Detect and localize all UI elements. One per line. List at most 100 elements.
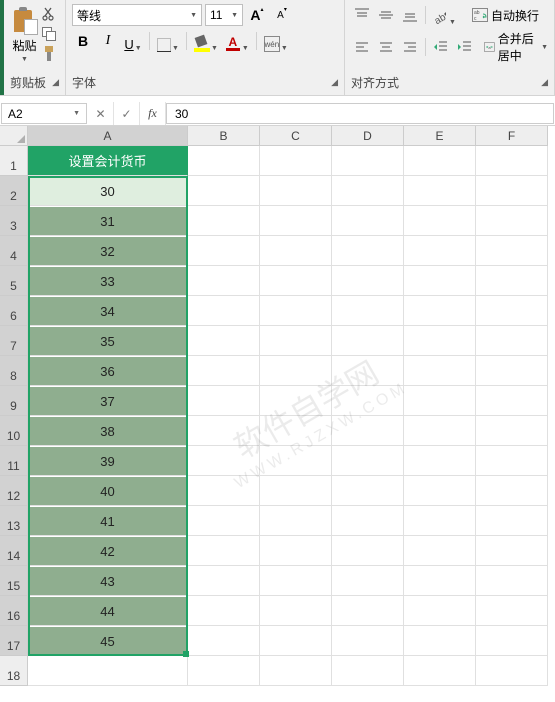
cell[interactable] xyxy=(260,236,332,266)
column-header-B[interactable]: B xyxy=(188,126,260,146)
cell[interactable] xyxy=(188,476,260,506)
cell[interactable] xyxy=(188,446,260,476)
cell[interactable]: 44 xyxy=(28,596,188,626)
column-header-D[interactable]: D xyxy=(332,126,404,146)
cell[interactable] xyxy=(332,176,404,206)
alignment-dialog-launcher[interactable]: ◢ xyxy=(541,77,548,88)
row-header[interactable]: 12 xyxy=(0,476,28,506)
cell[interactable] xyxy=(188,326,260,356)
formula-confirm-button[interactable]: ✓ xyxy=(114,102,140,125)
cell[interactable] xyxy=(476,386,548,416)
cell[interactable] xyxy=(188,536,260,566)
cell[interactable] xyxy=(476,266,548,296)
cell[interactable]: 33 xyxy=(28,266,188,296)
cell[interactable] xyxy=(404,236,476,266)
cell[interactable] xyxy=(260,146,332,176)
align-center-button[interactable] xyxy=(375,36,397,58)
cell[interactable]: 34 xyxy=(28,296,188,326)
cell[interactable] xyxy=(188,176,260,206)
cell[interactable] xyxy=(260,296,332,326)
align-top-button[interactable] xyxy=(351,4,373,26)
cell[interactable] xyxy=(188,656,260,686)
cell[interactable] xyxy=(476,446,548,476)
cell[interactable] xyxy=(404,266,476,296)
row-header[interactable]: 2 xyxy=(0,176,28,206)
column-header-F[interactable]: F xyxy=(476,126,548,146)
increase-font-button[interactable]: A▴ xyxy=(246,4,268,26)
orientation-button[interactable]: ab▼ xyxy=(430,4,458,26)
cell[interactable] xyxy=(404,386,476,416)
align-left-button[interactable] xyxy=(351,36,373,58)
clipboard-dialog-launcher[interactable]: ◢ xyxy=(52,77,59,88)
font-name-combo[interactable]: 等线 ▼ xyxy=(72,4,202,26)
row-header[interactable]: 10 xyxy=(0,416,28,446)
cell[interactable] xyxy=(404,356,476,386)
cell[interactable] xyxy=(188,626,260,656)
cell[interactable] xyxy=(404,146,476,176)
row-header[interactable]: 13 xyxy=(0,506,28,536)
row-header[interactable]: 1 xyxy=(0,146,28,176)
cell[interactable] xyxy=(188,206,260,236)
cell[interactable]: 42 xyxy=(28,536,188,566)
cell[interactable]: 35 xyxy=(28,326,188,356)
cell[interactable] xyxy=(188,146,260,176)
cell[interactable] xyxy=(188,506,260,536)
cell[interactable] xyxy=(404,446,476,476)
cell[interactable] xyxy=(476,656,548,686)
cell[interactable]: 40 xyxy=(28,476,188,506)
cell[interactable] xyxy=(476,356,548,386)
cell[interactable] xyxy=(332,506,404,536)
cell[interactable] xyxy=(260,356,332,386)
cut-button[interactable] xyxy=(41,6,57,22)
cell[interactable] xyxy=(260,266,332,296)
cell[interactable]: 32 xyxy=(28,236,188,266)
row-header[interactable]: 3 xyxy=(0,206,28,236)
cell[interactable] xyxy=(476,206,548,236)
row-header[interactable]: 16 xyxy=(0,596,28,626)
cell[interactable] xyxy=(332,386,404,416)
cell[interactable] xyxy=(188,596,260,626)
cell[interactable] xyxy=(404,596,476,626)
increase-indent-button[interactable] xyxy=(454,36,476,58)
row-header[interactable]: 18 xyxy=(0,656,28,686)
italic-button[interactable]: I xyxy=(97,30,119,52)
cell[interactable] xyxy=(260,326,332,356)
cell[interactable] xyxy=(332,326,404,356)
cell[interactable] xyxy=(332,356,404,386)
bold-button[interactable]: B xyxy=(72,30,94,52)
cell[interactable] xyxy=(332,446,404,476)
cell[interactable] xyxy=(476,566,548,596)
merge-center-button[interactable]: a 合并后居中 ▼ xyxy=(484,30,548,64)
cell[interactable] xyxy=(28,656,188,686)
cell[interactable] xyxy=(188,266,260,296)
cell[interactable] xyxy=(332,476,404,506)
cell[interactable] xyxy=(188,296,260,326)
underline-button[interactable]: U▼ xyxy=(122,30,144,52)
cell[interactable] xyxy=(260,206,332,236)
font-dialog-launcher[interactable]: ◢ xyxy=(331,77,338,88)
cell[interactable] xyxy=(260,476,332,506)
decrease-font-button[interactable]: A▾ xyxy=(271,4,293,26)
cell[interactable] xyxy=(260,506,332,536)
row-header[interactable]: 4 xyxy=(0,236,28,266)
cell[interactable] xyxy=(404,206,476,236)
format-painter-button[interactable] xyxy=(41,46,57,62)
cell[interactable] xyxy=(476,596,548,626)
cell[interactable] xyxy=(260,596,332,626)
cell[interactable] xyxy=(476,296,548,326)
cell[interactable] xyxy=(260,446,332,476)
cell[interactable] xyxy=(332,416,404,446)
cell[interactable] xyxy=(260,176,332,206)
font-size-combo[interactable]: 11 ▼ xyxy=(205,4,243,26)
cell[interactable] xyxy=(188,416,260,446)
row-header[interactable]: 15 xyxy=(0,566,28,596)
formula-input[interactable]: 30 xyxy=(166,103,554,124)
cell[interactable] xyxy=(476,326,548,356)
cell[interactable] xyxy=(476,626,548,656)
cell[interactable] xyxy=(404,296,476,326)
cell[interactable] xyxy=(260,416,332,446)
align-bottom-button[interactable] xyxy=(399,4,421,26)
cell[interactable] xyxy=(476,476,548,506)
cell[interactable]: 37 xyxy=(28,386,188,416)
row-header[interactable]: 9 xyxy=(0,386,28,416)
